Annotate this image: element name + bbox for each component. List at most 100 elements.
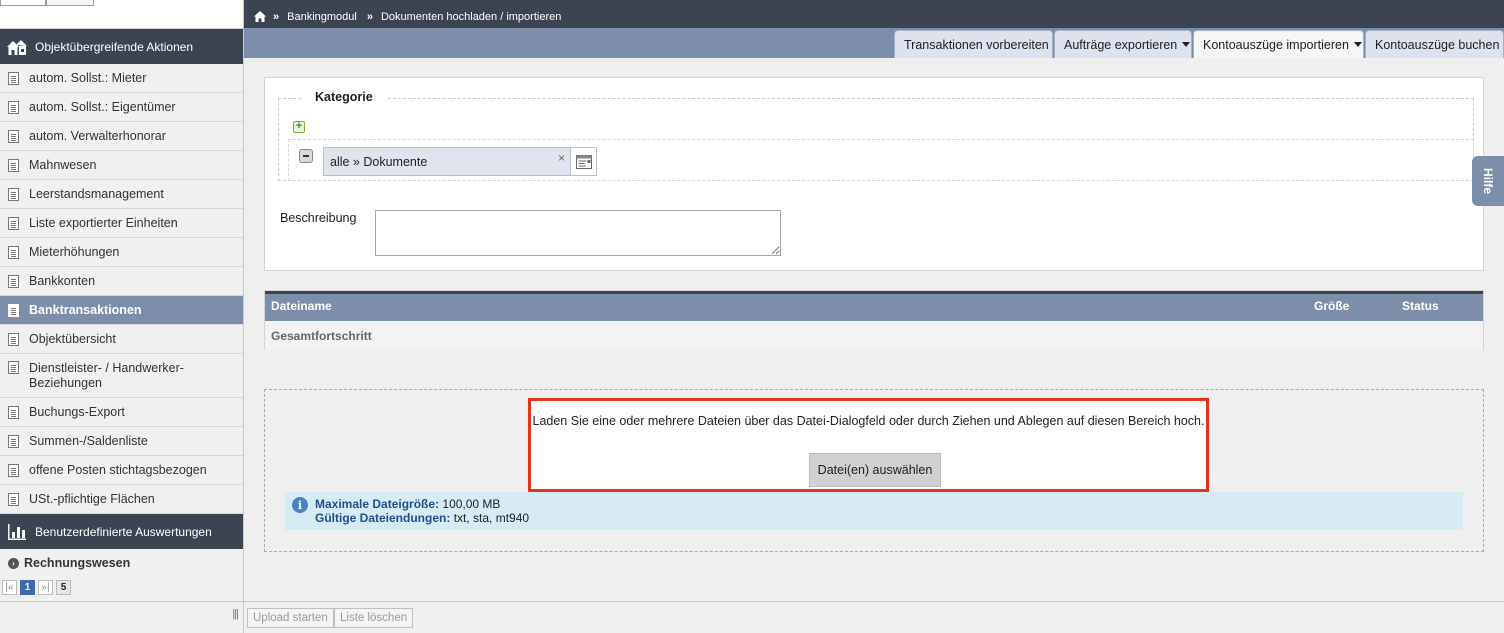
upload-info-box: i Maximale Dateigröße: 100,00 MB Gültige… bbox=[285, 492, 1463, 530]
info-icon: i bbox=[292, 497, 308, 513]
sidebar-footer: ||| bbox=[0, 601, 243, 633]
category-picker-icon[interactable] bbox=[570, 148, 596, 175]
sidebar-item-label: autom. Sollst.: Eigentümer bbox=[29, 100, 176, 114]
sidebar-item[interactable]: Dienstleister- / Handwerker-Beziehungen bbox=[0, 354, 243, 398]
tab-kontoauszuege-importieren[interactable]: Kontoauszüge importieren bbox=[1193, 30, 1364, 58]
sidebar-item[interactable]: Leerstandsmanagement bbox=[0, 180, 243, 209]
breadcrumb-module[interactable]: Bankingmodul bbox=[287, 11, 357, 23]
category-fieldset: Kategorie + alle » Dokumente × bbox=[278, 90, 1474, 181]
sidebar-item[interactable]: Liste exportierter Einheiten bbox=[0, 209, 243, 238]
category-row: alle » Dokumente × bbox=[288, 139, 1474, 181]
section-label: Rechnungswesen bbox=[24, 556, 131, 570]
total-progress-label: Gesamtfortschritt bbox=[271, 329, 372, 343]
sidebar-item[interactable]: autom. Sollst.: Mieter bbox=[0, 64, 243, 93]
column-dateiname[interactable]: Dateiname bbox=[271, 299, 332, 313]
file-table-header: Dateiname Größe Status bbox=[265, 291, 1483, 321]
sidebar-item-label: Buchungs-Export bbox=[29, 405, 125, 419]
pager-current-page[interactable]: 1 bbox=[20, 579, 35, 595]
pager-first-button[interactable]: |« bbox=[2, 579, 17, 595]
sidebar-item[interactable]: Mahnwesen bbox=[0, 151, 243, 180]
caret-down-icon bbox=[1182, 42, 1191, 47]
sidebar-item[interactable]: Objektübersicht bbox=[0, 325, 243, 354]
sidebar-item-label: offene Posten stichtagsbezogen bbox=[29, 463, 207, 477]
tab-label: Transaktionen vorbereiten bbox=[904, 37, 1049, 52]
breadcrumb-separator: » bbox=[366, 10, 373, 23]
sidebar-item[interactable]: USt.-pflichtige Flächen bbox=[0, 485, 243, 514]
help-button[interactable]: Hilfe bbox=[1472, 156, 1504, 206]
home-icon[interactable] bbox=[254, 11, 266, 22]
breadcrumb-page: Dokumenten hochladen / importieren bbox=[380, 10, 562, 23]
choose-files-button[interactable]: Datei(en) auswählen bbox=[809, 453, 941, 487]
document-icon bbox=[8, 100, 19, 114]
extensions-line: Gültige Dateiendungen: txt, sta, mt940 bbox=[315, 511, 529, 525]
clear-icon[interactable]: × bbox=[558, 151, 565, 165]
sidebar-item-label: Mahnwesen bbox=[29, 158, 97, 172]
sidebar-section-rechnungswesen[interactable]: › Rechnungswesen bbox=[0, 549, 243, 577]
document-icon bbox=[8, 71, 19, 85]
document-icon bbox=[8, 492, 19, 506]
start-upload-button[interactable]: Upload starten bbox=[247, 608, 334, 628]
main-area: » Bankingmodul » Dokumenten hochladen / … bbox=[244, 0, 1504, 633]
sidebar-top-tabs bbox=[0, 0, 243, 29]
description-textarea[interactable] bbox=[375, 210, 781, 256]
document-icon bbox=[8, 463, 19, 477]
category-value: alle » Dokumente bbox=[330, 154, 428, 169]
chevron-right-icon: › bbox=[8, 557, 19, 569]
top-tab-1[interactable] bbox=[0, 0, 46, 6]
pager-last-button[interactable]: »| bbox=[38, 579, 53, 595]
file-table: Dateiname Größe Status Gesamtfortschritt bbox=[264, 290, 1484, 350]
sidebar-item-label: Summen-/Saldenliste bbox=[29, 434, 148, 448]
tab-auftraege-exportieren[interactable]: Aufträge exportieren bbox=[1054, 30, 1192, 58]
tab-kontoauszuege-buchen[interactable]: Kontoauszüge buchen bbox=[1365, 30, 1504, 58]
document-icon bbox=[8, 216, 19, 230]
column-groesse[interactable]: Größe bbox=[1314, 299, 1349, 313]
tab-transaktionen-vorbereiten[interactable]: Transaktionen vorbereiten bbox=[894, 30, 1053, 58]
bar-chart-icon bbox=[6, 521, 28, 543]
sidebar-item[interactable]: Buchungs-Export bbox=[0, 398, 243, 427]
add-category-button[interactable]: + bbox=[293, 121, 305, 133]
sidebar-item[interactable]: Bankkonten bbox=[0, 267, 243, 296]
tab-label: Kontoauszüge importieren bbox=[1203, 37, 1349, 52]
remove-category-button[interactable] bbox=[299, 149, 313, 163]
sidebar-item-label: Mieterhöhungen bbox=[29, 245, 120, 259]
document-icon bbox=[8, 274, 19, 288]
column-status[interactable]: Status bbox=[1402, 299, 1439, 313]
sidebar-item-label: Dienstleister- / Handwerker-Beziehungen bbox=[29, 361, 184, 390]
resize-grip-icon[interactable]: ||| bbox=[232, 608, 239, 620]
sidebar-item-label: autom. Verwalterhonorar bbox=[29, 129, 166, 143]
breadcrumb-separator: » bbox=[273, 10, 280, 23]
file-dropzone[interactable]: Laden Sie eine oder mehrere Dateien über… bbox=[264, 389, 1484, 552]
document-icon bbox=[8, 245, 19, 259]
content: Kategorie + alle » Dokumente × Beschreib… bbox=[244, 58, 1504, 601]
sidebar-item-label: Bankkonten bbox=[29, 274, 96, 288]
sidebar-item-label: Leerstandsmanagement bbox=[29, 187, 164, 201]
sidebar-item[interactable]: Summen-/Saldenliste bbox=[0, 427, 243, 456]
max-size-label: Maximale Dateigröße: bbox=[315, 497, 440, 511]
max-size-line: Maximale Dateigröße: 100,00 MB bbox=[315, 497, 500, 511]
tab-label: Aufträge exportieren bbox=[1064, 37, 1178, 52]
sidebar-item[interactable]: autom. Sollst.: Eigentümer bbox=[0, 93, 243, 122]
tab-bar: Transaktionen vorbereiten Aufträge expor… bbox=[244, 28, 1504, 58]
clear-list-button[interactable]: Liste löschen bbox=[334, 608, 414, 628]
upload-form-panel: Kategorie + alle » Dokumente × Beschreib… bbox=[264, 77, 1484, 271]
sidebar-header-benutzerdefiniert[interactable]: Benutzerdefinierte Auswertungen bbox=[0, 514, 243, 549]
extensions-value: txt, sta, mt940 bbox=[453, 511, 530, 525]
document-icon bbox=[8, 332, 19, 346]
breadcrumb: » Bankingmodul » Dokumenten hochladen / … bbox=[244, 0, 1504, 28]
sidebar-item[interactable]: offene Posten stichtagsbezogen bbox=[0, 456, 243, 485]
sidebar-item-label: autom. Sollst.: Mieter bbox=[29, 71, 147, 85]
help-label: Hilfe bbox=[1481, 167, 1495, 194]
sidebar-item[interactable]: autom. Verwalterhonorar bbox=[0, 122, 243, 151]
category-field[interactable]: alle » Dokumente × bbox=[323, 147, 597, 176]
document-icon bbox=[8, 361, 19, 374]
dropzone-highlight: Laden Sie eine oder mehrere Dateien über… bbox=[528, 398, 1209, 492]
sidebar-item[interactable]: Mieterhöhungen bbox=[0, 238, 243, 267]
sidebar-header-objektuebergreifend[interactable]: Objektübergreifende Aktionen bbox=[0, 29, 243, 64]
sidebar-item[interactable]: Banktransaktionen bbox=[0, 296, 243, 325]
document-icon bbox=[8, 187, 19, 201]
sidebar: Objektübergreifende Aktionen autom. Soll… bbox=[0, 0, 244, 633]
description-label: Beschreibung bbox=[280, 211, 357, 225]
sidebar-pager: |« 1 »| 5 bbox=[0, 577, 243, 597]
sidebar-header2-label: Benutzerdefinierte Auswertungen bbox=[35, 524, 212, 539]
top-tab-2[interactable] bbox=[46, 0, 94, 6]
